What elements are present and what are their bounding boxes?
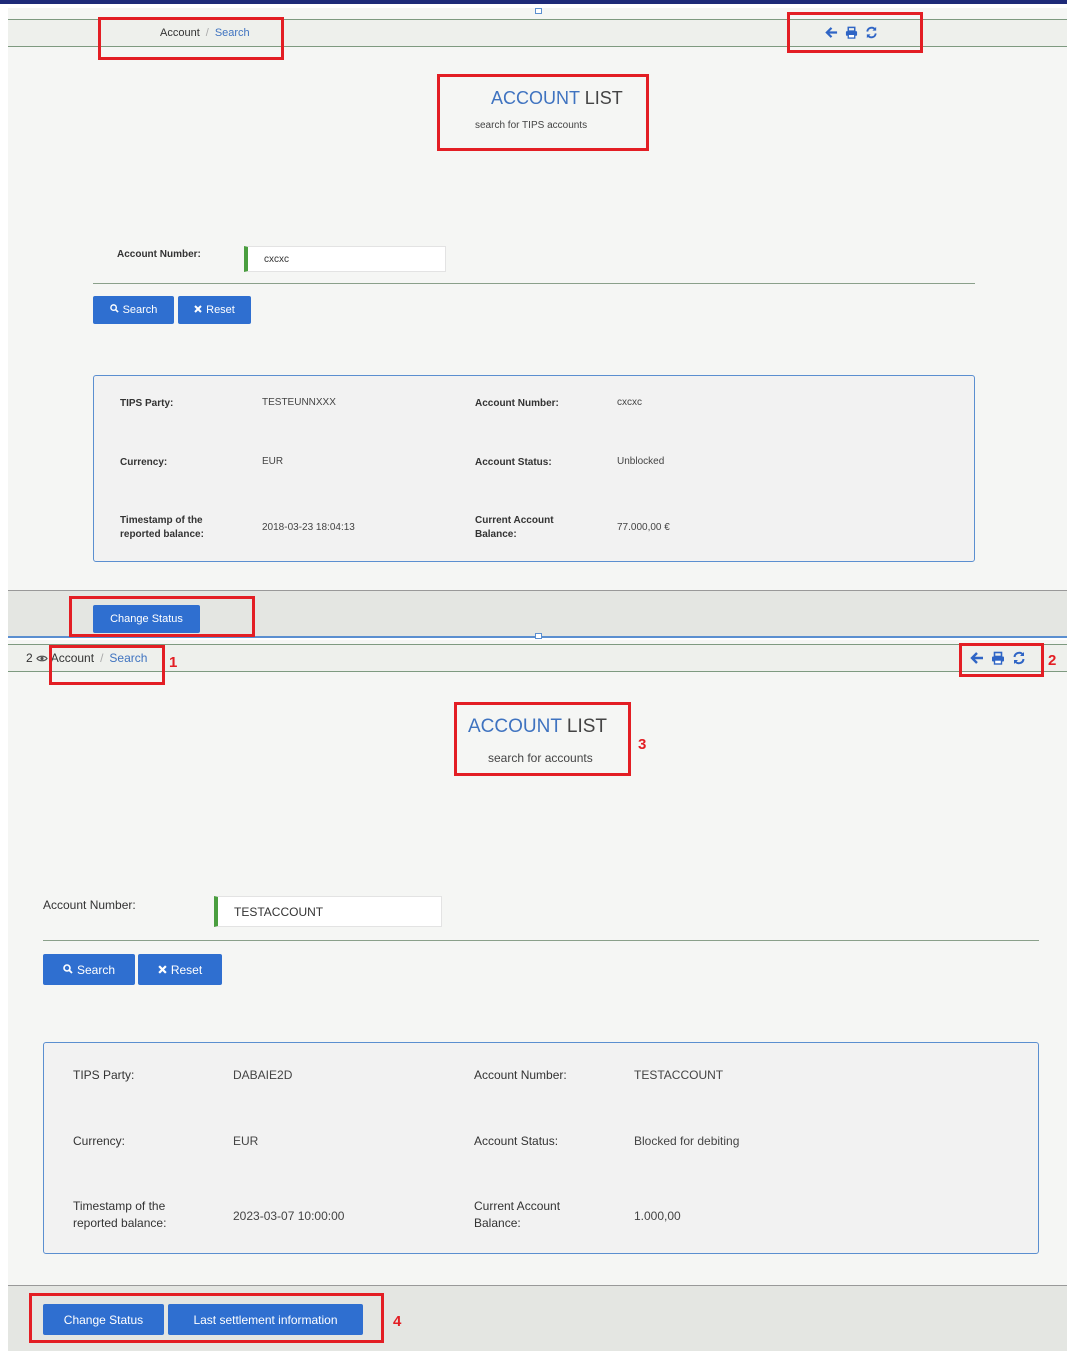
account-number-input[interactable]: cxcxc [244, 246, 446, 272]
detail-account-number-value: cxcxc [617, 397, 642, 408]
detail-account-number-label: Account Number: [475, 398, 559, 409]
detail-account-number-value: TESTACCOUNT [634, 1068, 724, 1082]
highlight-box-breadcrumb-new [49, 645, 165, 685]
search-button[interactable]: Search [43, 954, 135, 985]
balance-label: Current Account Balance: [474, 1198, 560, 1232]
currency-value: EUR [262, 456, 284, 467]
timestamp-label-line2: reported balance: [73, 1215, 167, 1230]
annotation-4: 4 [393, 1313, 402, 1330]
account-status-value: Blocked for debiting [634, 1134, 740, 1148]
timestamp-label-line1: Timestamp of the [120, 515, 203, 526]
currency-label: Currency: [73, 1134, 126, 1148]
reset-button[interactable]: Reset [178, 296, 251, 324]
reset-button-label: Reset [170, 962, 203, 977]
search-button-label: Search [76, 962, 116, 977]
balance-label: Current Account Balance: [475, 514, 554, 542]
tips-party-label: TIPS Party: [120, 398, 174, 409]
top-accent-bar [0, 0, 1067, 4]
account-number-value: TESTACCOUNT [234, 904, 324, 919]
balance-label-line1: Current Account [475, 515, 554, 526]
account-number-label: Account Number: [43, 898, 136, 912]
reset-button-label: Reset [206, 304, 235, 316]
annotation-1: 1 [169, 654, 178, 671]
currency-label: Currency: [120, 457, 168, 468]
search-button-label: Search [122, 304, 158, 316]
tips-party-label: TIPS Party: [73, 1068, 135, 1082]
annotation-3: 3 [638, 736, 647, 753]
search-divider [43, 940, 1039, 941]
detail-account-number-label: Account Number: [474, 1068, 567, 1082]
balance-label-line2: Balance: [475, 529, 517, 540]
highlight-box-title-old [437, 74, 649, 151]
balance-label-line2: Balance: [474, 1215, 521, 1230]
timestamp-label: Timestamp of the reported balance: [73, 1198, 166, 1232]
timestamp-value: 2018-03-23 18:04:13 [262, 522, 355, 533]
highlight-box-footer-new [29, 1293, 384, 1343]
account-details-card: TIPS Party: DABAIE2D Account Number: TES… [43, 1042, 1039, 1254]
annotation-2: 2 [1048, 652, 1057, 669]
balance-value: 1.000,00 [634, 1209, 681, 1223]
tips-party-value: TESTEUNNXXX [262, 397, 336, 408]
search-button[interactable]: Search [93, 296, 174, 324]
highlight-box-toolbar-old [787, 12, 923, 53]
account-status-label: Account Status: [474, 1134, 559, 1148]
tips-party-value: DABAIE2D [233, 1068, 293, 1082]
currency-value: EUR [233, 1134, 259, 1148]
account-status-value: Unblocked [617, 456, 665, 467]
highlight-box-title-new [454, 702, 631, 776]
timestamp-label-line2: reported balance: [120, 529, 204, 540]
account-number-value: cxcxc [264, 253, 289, 265]
balance-value: 77.000,00 € [617, 522, 670, 533]
account-details-card: TIPS Party: TESTEUNNXXX Account Number: … [93, 375, 975, 562]
breadcrumb-bar: 2 Account / Search [8, 644, 1067, 672]
highlight-box-breadcrumb-old [98, 17, 284, 60]
splitter-handle-2[interactable] [535, 633, 542, 639]
splitter-handle[interactable] [535, 8, 542, 14]
account-status-label: Account Status: [475, 457, 552, 468]
timestamp-value: 2023-03-07 10:00:00 [233, 1209, 345, 1223]
account-number-label: Account Number: [117, 249, 201, 260]
search-icon [109, 304, 119, 316]
highlight-box-toolbar-new [959, 643, 1044, 677]
eye-icon[interactable] [36, 652, 48, 666]
close-icon [158, 963, 167, 977]
reset-button[interactable]: Reset [138, 954, 222, 985]
tab-count: 2 [26, 651, 33, 665]
close-icon [194, 304, 202, 316]
highlight-box-footer-old [69, 596, 255, 637]
timestamp-label-line1: Timestamp of the [73, 1199, 166, 1213]
balance-label-line1: Current Account [474, 1199, 561, 1213]
search-divider [93, 283, 975, 284]
timestamp-label: Timestamp of the reported balance: [120, 514, 204, 542]
search-icon [63, 963, 73, 977]
account-number-input[interactable]: TESTACCOUNT [214, 896, 442, 927]
